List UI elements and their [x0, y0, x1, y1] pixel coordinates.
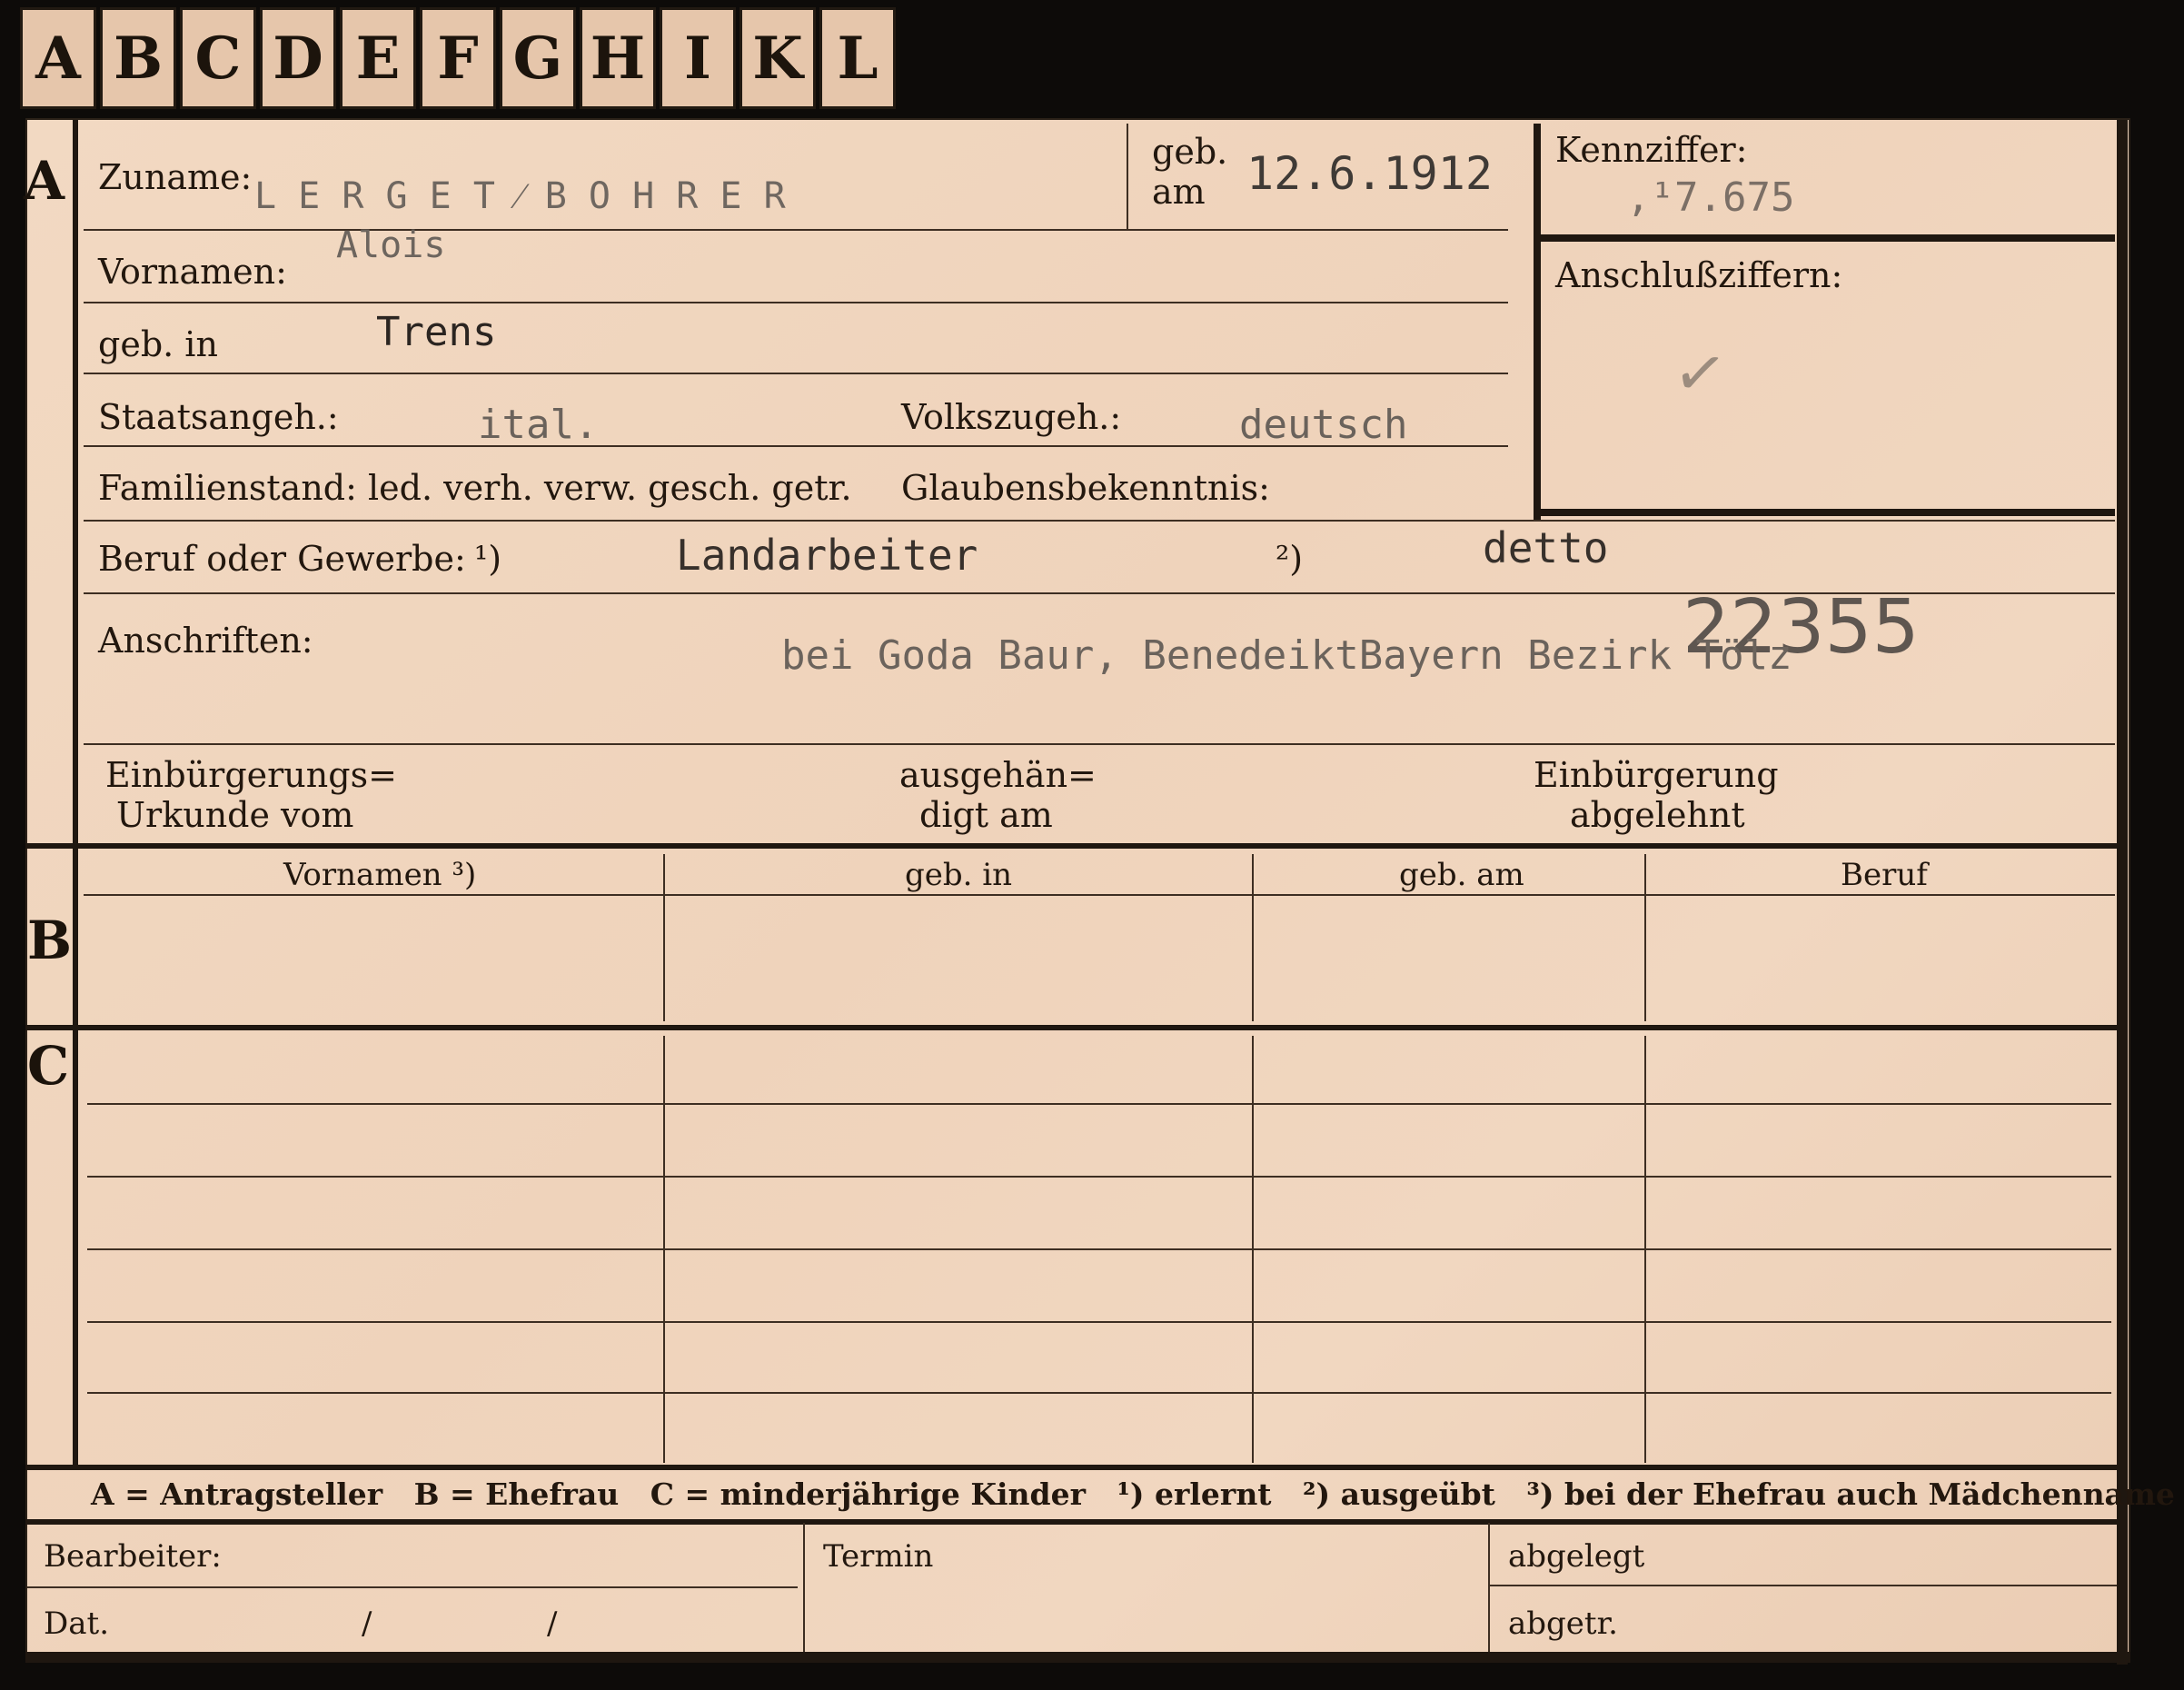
tab-b[interactable]: B — [100, 7, 176, 109]
einbuergerungs-label-1: Einbürgerungs= — [105, 755, 397, 795]
section-b-marker: B — [27, 910, 73, 971]
table-header-geb-am: geb. am — [1399, 857, 1524, 893]
geb-am-value: 12.6.1912 — [1246, 147, 1493, 200]
bottom-edge-bar — [25, 1652, 2130, 1663]
zuname-value: L E R G E T ⁄ B O H R E R — [254, 175, 786, 217]
table-c-row-5 — [87, 1392, 2111, 1394]
footer-divider-1 — [803, 1523, 805, 1652]
abgelegt-label: abgelegt — [1508, 1538, 1645, 1575]
volkszugeh-label: Volkszugeh.: — [901, 397, 1122, 437]
legend-bottom — [25, 1519, 2119, 1525]
footer-divider-2 — [1488, 1523, 1490, 1652]
dat-slash-2: / — [547, 1606, 558, 1642]
ausgehaen-label-1: ausgehän= — [899, 755, 1097, 795]
table-c-row-2 — [87, 1176, 2111, 1178]
table-header-vornamen: Vornamen ³) — [283, 857, 477, 893]
anschrift-value: bei Goda Baur, BenedeiktBayern Bezirk Tö… — [781, 632, 1792, 679]
tab-l[interactable]: L — [819, 7, 896, 109]
einbuergerung-label-2: abgelehnt — [1570, 795, 1745, 835]
termin-label: Termin — [823, 1538, 934, 1575]
row-line-3 — [84, 373, 1508, 374]
table-header-geb-in: geb. in — [905, 857, 1013, 893]
tab-a[interactable]: A — [20, 7, 96, 109]
table-b-col-1 — [663, 854, 665, 1021]
beruf-ausgeuebt-value: detto — [1483, 523, 1609, 572]
right-edge-bar — [2117, 120, 2128, 1665]
table-c-row-3 — [87, 1248, 2111, 1250]
kennziffer-box-divider — [1534, 234, 2115, 242]
vornamen-value: Alois — [336, 224, 446, 266]
section-c-bottom — [25, 1465, 2119, 1470]
geb-in-value: Trens — [376, 309, 497, 355]
einbuergerungs-label-2: Urkunde vom — [116, 795, 354, 835]
kennziffer-value: ‚¹7.675 — [1626, 174, 1795, 221]
abgetr-label: abgetr. — [1508, 1606, 1618, 1642]
staatsangeh-value: ital. — [478, 402, 599, 448]
volkszugeh-value: deutsch — [1239, 402, 1408, 448]
tab-d[interactable]: D — [260, 7, 336, 109]
table-b-col-2 — [1252, 854, 1254, 1021]
einbuergerung-label-1: Einbürgerung — [1534, 755, 1779, 795]
tab-k[interactable]: K — [740, 7, 816, 109]
left-section-bar — [73, 120, 78, 1465]
tab-i[interactable]: I — [660, 7, 736, 109]
beruf-mark-2: ²) — [1276, 539, 1304, 579]
tab-f[interactable]: F — [420, 7, 496, 109]
anschlussziffern-label: Anschlußziffern: — [1555, 255, 1843, 295]
staatsangeh-label: Staatsangeh.: — [98, 397, 339, 437]
section-a-bottom — [25, 843, 2119, 849]
tab-e[interactable]: E — [340, 7, 416, 109]
geb-am-label-2: am — [1152, 172, 1206, 212]
geb-am-label-1: geb. — [1152, 132, 1228, 172]
row-line-1 — [84, 229, 1508, 231]
zuname-label: Zuname: — [98, 157, 253, 197]
dat-slash-1: / — [362, 1606, 372, 1642]
kennziffer-box-bottom — [1534, 509, 2115, 516]
beruf-mark-1: ¹) — [474, 539, 502, 579]
kennziffer-box-left — [1534, 124, 1541, 520]
anschriften-label: Anschriften: — [98, 621, 313, 661]
table-c-row-1 — [87, 1103, 2111, 1105]
section-a-marker: A — [24, 150, 65, 212]
row-line-5 — [84, 520, 2115, 522]
section-c-marker: C — [27, 1035, 70, 1097]
bearbeiter-label: Bearbeiter: — [44, 1538, 222, 1575]
row-line-7 — [84, 743, 2115, 745]
legend-text: A = Antragsteller B = Ehefrau C = minder… — [91, 1476, 2175, 1512]
tab-c[interactable]: C — [180, 7, 256, 109]
geb-in-label: geb. in — [98, 324, 218, 364]
footer-line-right — [1490, 1585, 2117, 1586]
row-line-2 — [84, 302, 1508, 303]
footer-line-left — [27, 1586, 798, 1588]
tab-g[interactable]: G — [500, 7, 576, 109]
ausgehaen-label-2: digt am — [919, 795, 1053, 835]
kennziffer-label: Kennziffer: — [1555, 130, 1748, 170]
table-header-beruf: Beruf — [1841, 857, 1928, 893]
vornamen-label: Vornamen: — [98, 252, 287, 292]
row-line-4 — [84, 445, 1508, 447]
table-b-col-3 — [1644, 854, 1646, 1021]
section-b-bottom — [25, 1025, 2119, 1030]
check-mark: ✓ — [1668, 333, 1732, 414]
beruf-erlernt-value: Landarbeiter — [676, 531, 978, 580]
familienstand-label: Familienstand: led. verh. verw. gesch. g… — [98, 468, 852, 508]
dat-label: Dat. — [44, 1606, 110, 1642]
beruf-label: Beruf oder Gewerbe: — [98, 539, 466, 579]
zuname-divider — [1127, 124, 1128, 229]
glaubensbekenntnis-label: Glaubensbekenntnis: — [901, 468, 1270, 508]
tab-h[interactable]: H — [580, 7, 656, 109]
table-header-line — [84, 894, 2115, 896]
table-c-row-4 — [87, 1321, 2111, 1323]
